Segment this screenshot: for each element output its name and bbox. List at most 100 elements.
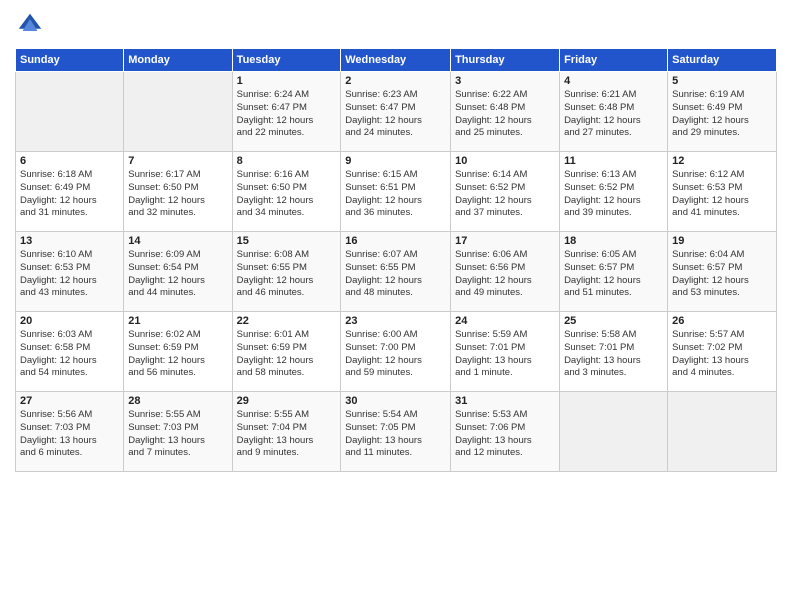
day-cell: 13Sunrise: 6:10 AM Sunset: 6:53 PM Dayli… (16, 232, 124, 312)
day-info: Sunrise: 6:21 AM Sunset: 6:48 PM Dayligh… (564, 89, 663, 140)
day-cell: 20 Sunrise: 6:03 AM Sunset: 6:58 PM Dayli… (16, 312, 124, 392)
day-number: 14 (128, 235, 227, 247)
day-cell: 11 Sunrise: 6:13 AM Sunset: 6:52 PM Dayli… (560, 152, 668, 232)
day-cell: 22Sunrise: 6:01 AM Sunset: 6:59 PM Dayli… (232, 312, 341, 392)
day-number: 12 (672, 155, 772, 167)
day-number: 6 (20, 155, 119, 167)
day-number: 2 (345, 75, 446, 87)
day-cell: 17Sunrise: 6:06 AM Sunset: 6:56 PM Dayli… (451, 232, 560, 312)
day-number: 21 (128, 315, 227, 327)
day-cell: 27Sunrise: 5:56 AM Sunset: 7:03 PM Dayli… (16, 392, 124, 472)
header-cell-monday: Monday (124, 49, 232, 72)
header-cell-wednesday: Wednesday (341, 49, 451, 72)
day-cell: 5Sunrise: 6:19 AM Sunset: 6:49 PM Daylig… (668, 72, 777, 152)
day-cell (124, 72, 232, 152)
day-cell (16, 72, 124, 152)
day-info: Sunrise: 6:04 AM Sunset: 6:57 PM Dayligh… (672, 249, 772, 300)
day-number: 4 (564, 75, 663, 87)
calendar-header: SundayMondayTuesdayWednesdayThursdayFrid… (16, 49, 777, 72)
day-cell: 6Sunrise: 6:18 AM Sunset: 6:49 PM Daylig… (16, 152, 124, 232)
day-info: Sunrise: 6:15 AM Sunset: 6:51 PM Dayligh… (345, 169, 446, 220)
day-info: Sunrise: 5:58 AM Sunset: 7:01 PM Dayligh… (564, 329, 663, 380)
day-cell (560, 392, 668, 472)
day-number: 23 (345, 315, 446, 327)
day-cell: 19 Sunrise: 6:04 AM Sunset: 6:57 PM Dayli… (668, 232, 777, 312)
day-info: Sunrise: 6:07 AM Sunset: 6:55 PM Dayligh… (345, 249, 446, 300)
page: SundayMondayTuesdayWednesdayThursdayFrid… (0, 0, 792, 612)
day-info: Sunrise: 6:22 AM Sunset: 6:48 PM Dayligh… (455, 89, 555, 140)
day-info: Sunrise: 5:56 AM Sunset: 7:03 PM Dayligh… (20, 409, 119, 460)
day-info: Sunrise: 6:14 AM Sunset: 6:52 PM Dayligh… (455, 169, 555, 220)
day-info: Sunrise: 6:12 AM Sunset: 6:53 PM Dayligh… (672, 169, 772, 220)
header-row: SundayMondayTuesdayWednesdayThursdayFrid… (16, 49, 777, 72)
day-cell: 1Sunrise: 6:24 AM Sunset: 6:47 PM Daylig… (232, 72, 341, 152)
day-cell: 29Sunrise: 5:55 AM Sunset: 7:04 PM Dayli… (232, 392, 341, 472)
day-number: 3 (455, 75, 555, 87)
day-info: Sunrise: 6:10 AM Sunset: 6:53 PM Dayligh… (20, 249, 119, 300)
day-number: 19 (672, 235, 772, 247)
day-number: 18 (564, 235, 663, 247)
day-info: Sunrise: 5:57 AM Sunset: 7:02 PM Dayligh… (672, 329, 772, 380)
day-cell: 4 Sunrise: 6:21 AM Sunset: 6:48 PM Daylig… (560, 72, 668, 152)
day-number: 24 (455, 315, 555, 327)
day-number: 28 (128, 395, 227, 407)
header-cell-saturday: Saturday (668, 49, 777, 72)
day-info: Sunrise: 5:54 AM Sunset: 7:05 PM Dayligh… (345, 409, 446, 460)
day-cell: 21 Sunrise: 6:02 AM Sunset: 6:59 PM Dayli… (124, 312, 232, 392)
day-number: 25 (564, 315, 663, 327)
day-cell: 28 Sunrise: 5:55 AM Sunset: 7:03 PM Dayli… (124, 392, 232, 472)
day-number: 7 (128, 155, 227, 167)
day-cell: 8 Sunrise: 6:16 AM Sunset: 6:50 PM Daylig… (232, 152, 341, 232)
header (15, 10, 777, 40)
day-number: 9 (345, 155, 446, 167)
day-number: 22 (237, 315, 337, 327)
day-cell: 16Sunrise: 6:07 AM Sunset: 6:55 PM Dayli… (341, 232, 451, 312)
day-number: 1 (237, 75, 337, 87)
day-info: Sunrise: 6:00 AM Sunset: 7:00 PM Dayligh… (345, 329, 446, 380)
day-cell: 10 Sunrise: 6:14 AM Sunset: 6:52 PM Dayli… (451, 152, 560, 232)
day-number: 11 (564, 155, 663, 167)
week-row-3: 20 Sunrise: 6:03 AM Sunset: 6:58 PM Dayli… (16, 312, 777, 392)
day-info: Sunrise: 6:17 AM Sunset: 6:50 PM Dayligh… (128, 169, 227, 220)
day-info: Sunrise: 5:53 AM Sunset: 7:06 PM Dayligh… (455, 409, 555, 460)
day-cell: 7 Sunrise: 6:17 AM Sunset: 6:50 PM Daylig… (124, 152, 232, 232)
calendar-table: SundayMondayTuesdayWednesdayThursdayFrid… (15, 48, 777, 472)
day-info: Sunrise: 5:55 AM Sunset: 7:03 PM Dayligh… (128, 409, 227, 460)
week-row-4: 27Sunrise: 5:56 AM Sunset: 7:03 PM Dayli… (16, 392, 777, 472)
logo (15, 10, 49, 40)
header-cell-sunday: Sunday (16, 49, 124, 72)
day-number: 31 (455, 395, 555, 407)
day-number: 10 (455, 155, 555, 167)
day-cell: 15 Sunrise: 6:08 AM Sunset: 6:55 PM Dayli… (232, 232, 341, 312)
day-info: Sunrise: 6:16 AM Sunset: 6:50 PM Dayligh… (237, 169, 337, 220)
day-number: 26 (672, 315, 772, 327)
day-cell: 30 Sunrise: 5:54 AM Sunset: 7:05 PM Dayli… (341, 392, 451, 472)
day-cell: 12 Sunrise: 6:12 AM Sunset: 6:53 PM Dayli… (668, 152, 777, 232)
day-cell: 26 Sunrise: 5:57 AM Sunset: 7:02 PM Dayli… (668, 312, 777, 392)
week-row-2: 13Sunrise: 6:10 AM Sunset: 6:53 PM Dayli… (16, 232, 777, 312)
day-cell (668, 392, 777, 472)
day-number: 15 (237, 235, 337, 247)
day-number: 30 (345, 395, 446, 407)
day-cell: 9 Sunrise: 6:15 AM Sunset: 6:51 PM Daylig… (341, 152, 451, 232)
day-number: 8 (237, 155, 337, 167)
day-info: Sunrise: 6:09 AM Sunset: 6:54 PM Dayligh… (128, 249, 227, 300)
day-info: Sunrise: 6:08 AM Sunset: 6:55 PM Dayligh… (237, 249, 337, 300)
day-cell: 24Sunrise: 5:59 AM Sunset: 7:01 PM Dayli… (451, 312, 560, 392)
day-cell: 25 Sunrise: 5:58 AM Sunset: 7:01 PM Dayli… (560, 312, 668, 392)
day-number: 20 (20, 315, 119, 327)
day-cell: 2Sunrise: 6:23 AM Sunset: 6:47 PM Daylig… (341, 72, 451, 152)
day-info: Sunrise: 6:05 AM Sunset: 6:57 PM Dayligh… (564, 249, 663, 300)
day-cell: 31 Sunrise: 5:53 AM Sunset: 7:06 PM Dayli… (451, 392, 560, 472)
day-cell: 18 Sunrise: 6:05 AM Sunset: 6:57 PM Dayli… (560, 232, 668, 312)
day-info: Sunrise: 6:02 AM Sunset: 6:59 PM Dayligh… (128, 329, 227, 380)
day-info: Sunrise: 6:03 AM Sunset: 6:58 PM Dayligh… (20, 329, 119, 380)
day-info: Sunrise: 6:13 AM Sunset: 6:52 PM Dayligh… (564, 169, 663, 220)
header-cell-friday: Friday (560, 49, 668, 72)
day-info: Sunrise: 5:55 AM Sunset: 7:04 PM Dayligh… (237, 409, 337, 460)
day-cell: 14 Sunrise: 6:09 AM Sunset: 6:54 PM Dayli… (124, 232, 232, 312)
week-row-1: 6Sunrise: 6:18 AM Sunset: 6:49 PM Daylig… (16, 152, 777, 232)
day-info: Sunrise: 6:06 AM Sunset: 6:56 PM Dayligh… (455, 249, 555, 300)
calendar-body: 1Sunrise: 6:24 AM Sunset: 6:47 PM Daylig… (16, 72, 777, 472)
week-row-0: 1Sunrise: 6:24 AM Sunset: 6:47 PM Daylig… (16, 72, 777, 152)
